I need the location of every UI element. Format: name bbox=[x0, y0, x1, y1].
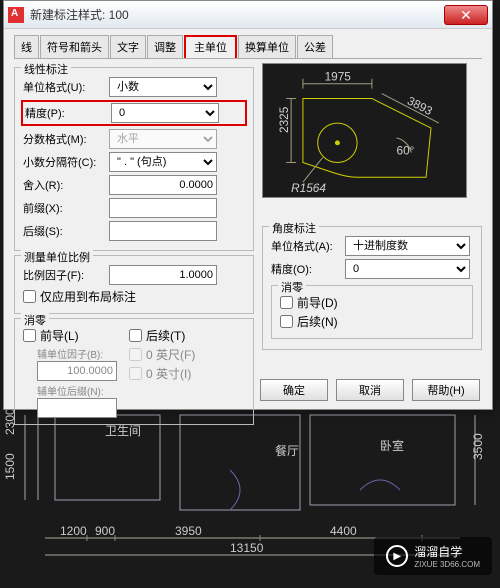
layout-only-checkbox[interactable] bbox=[23, 290, 36, 303]
group-title: 消零 bbox=[278, 279, 306, 295]
suffix-input[interactable] bbox=[109, 221, 217, 241]
dim-text: R1564 bbox=[291, 181, 326, 195]
unit-format-select[interactable]: 小数 bbox=[109, 77, 217, 97]
room-label: 卧室 bbox=[380, 438, 404, 453]
ang-unit-label: 单位格式(A): bbox=[271, 238, 341, 254]
suffix-label: 后缀(S): bbox=[23, 223, 105, 239]
linear-group: 线性标注 单位格式(U): 小数 精度(P): 0 分数格式(M): 水平 小数… bbox=[14, 67, 254, 251]
fraction-label: 分数格式(M): bbox=[23, 131, 105, 147]
tab-text[interactable]: 文字 bbox=[110, 35, 146, 58]
sub-suffix-label: 辅单位后缀(N): bbox=[37, 383, 117, 398]
tabs-bar: 线 符号和箭头 文字 调整 主单位 换算单位 公差 bbox=[14, 35, 482, 59]
sub-factor-label: 辅单位因子(B): bbox=[37, 346, 117, 361]
tab-tolerance[interactable]: 公差 bbox=[297, 35, 333, 58]
precision-select[interactable]: 0 bbox=[111, 103, 219, 123]
close-button[interactable]: ✕ bbox=[444, 5, 488, 25]
leading-checkbox[interactable] bbox=[23, 329, 36, 342]
round-input[interactable] bbox=[109, 175, 217, 195]
dim-text: 1200 bbox=[60, 524, 87, 538]
dim-text: 4400 bbox=[330, 524, 357, 538]
decimal-sep-label: 小数分隔符(C): bbox=[23, 154, 105, 170]
dim-text: 900 bbox=[95, 524, 115, 538]
inch-checkbox bbox=[129, 367, 142, 380]
titlebar[interactable]: 新建标注样式: 100 ✕ bbox=[4, 1, 492, 29]
tab-line[interactable]: 线 bbox=[14, 35, 39, 58]
inch-label: 0 英寸(I) bbox=[146, 365, 191, 382]
ang-unit-select[interactable]: 十进制度数 bbox=[345, 236, 470, 256]
watermark-sub: ZIXUE 3D66.COM bbox=[414, 560, 480, 569]
ang-precision-select[interactable]: 0 bbox=[345, 259, 470, 279]
prefix-label: 前缀(X): bbox=[23, 200, 105, 216]
ang-trailing-label: 后续(N) bbox=[297, 313, 338, 330]
group-title: 线性标注 bbox=[21, 61, 71, 77]
feet-label: 0 英尺(F) bbox=[146, 346, 195, 363]
help-button[interactable]: 帮助(H) bbox=[412, 379, 480, 401]
fraction-select: 水平 bbox=[109, 129, 217, 149]
precision-row-highlighted: 精度(P): 0 bbox=[21, 100, 247, 126]
dimension-style-dialog: 新建标注样式: 100 ✕ 线 符号和箭头 文字 调整 主单位 换算单位 公差 … bbox=[3, 0, 493, 410]
window-title: 新建标注样式: 100 bbox=[30, 6, 444, 23]
dim-text: 3950 bbox=[175, 524, 202, 538]
ang-leading-checkbox[interactable] bbox=[280, 296, 293, 309]
dim-text: 13150 bbox=[230, 541, 264, 555]
dim-text: 3500 bbox=[471, 433, 485, 460]
ang-trailing-checkbox[interactable] bbox=[280, 315, 293, 328]
ok-button[interactable]: 确定 bbox=[260, 379, 328, 401]
zero-suppress-group: 消零 前导(L) 辅单位因子(B): 辅单位后缀(N): bbox=[14, 318, 254, 425]
group-title: 角度标注 bbox=[269, 220, 319, 236]
sub-suffix-input bbox=[37, 398, 117, 418]
group-title: 测量单位比例 bbox=[21, 249, 93, 265]
ang-leading-label: 前导(D) bbox=[297, 294, 338, 311]
app-icon bbox=[8, 7, 24, 23]
group-title: 消零 bbox=[21, 312, 49, 328]
leading-label: 前导(L) bbox=[40, 327, 79, 344]
dim-text: 2325 bbox=[277, 106, 291, 133]
dim-text: 1500 bbox=[3, 453, 17, 480]
tab-primary-units[interactable]: 主单位 bbox=[184, 35, 237, 58]
watermark: 溜溜自学 ZIXUE 3D66.COM bbox=[374, 537, 492, 575]
room-label: 餐厅 bbox=[275, 443, 299, 458]
trailing-label: 后续(T) bbox=[146, 327, 185, 344]
scale-factor-label: 比例因子(F): bbox=[23, 267, 105, 283]
angular-group: 角度标注 单位格式(A): 十进制度数 精度(O): 0 消零 前导(D) 后续… bbox=[262, 226, 482, 350]
cancel-button[interactable]: 取消 bbox=[336, 379, 404, 401]
dim-text: 1975 bbox=[325, 70, 352, 84]
tab-fit[interactable]: 调整 bbox=[147, 35, 183, 58]
feet-checkbox bbox=[129, 348, 142, 361]
watermark-text: 溜溜自学 bbox=[414, 543, 480, 560]
precision-label: 精度(P): bbox=[25, 105, 107, 121]
tab-symbols[interactable]: 符号和箭头 bbox=[40, 35, 109, 58]
dim-text: 60° bbox=[397, 144, 415, 158]
layout-only-label: 仅应用到布局标注 bbox=[40, 288, 136, 305]
sub-factor-input bbox=[37, 361, 117, 381]
dim-text: 3893 bbox=[405, 94, 435, 119]
tab-alt-units[interactable]: 换算单位 bbox=[238, 35, 296, 58]
round-label: 舍入(R): bbox=[23, 177, 105, 193]
decimal-sep-select[interactable]: " . " (句点) bbox=[109, 152, 217, 172]
prefix-input[interactable] bbox=[109, 198, 217, 218]
scale-group: 测量单位比例 比例因子(F): 仅应用到布局标注 bbox=[14, 255, 254, 314]
unit-format-label: 单位格式(U): bbox=[23, 79, 105, 95]
ang-precision-label: 精度(O): bbox=[271, 261, 341, 277]
play-icon bbox=[386, 545, 408, 567]
trailing-checkbox[interactable] bbox=[129, 329, 142, 342]
scale-factor-input[interactable] bbox=[109, 265, 217, 285]
dimension-preview: 1975 2325 60° R1564 3893 bbox=[262, 63, 467, 198]
